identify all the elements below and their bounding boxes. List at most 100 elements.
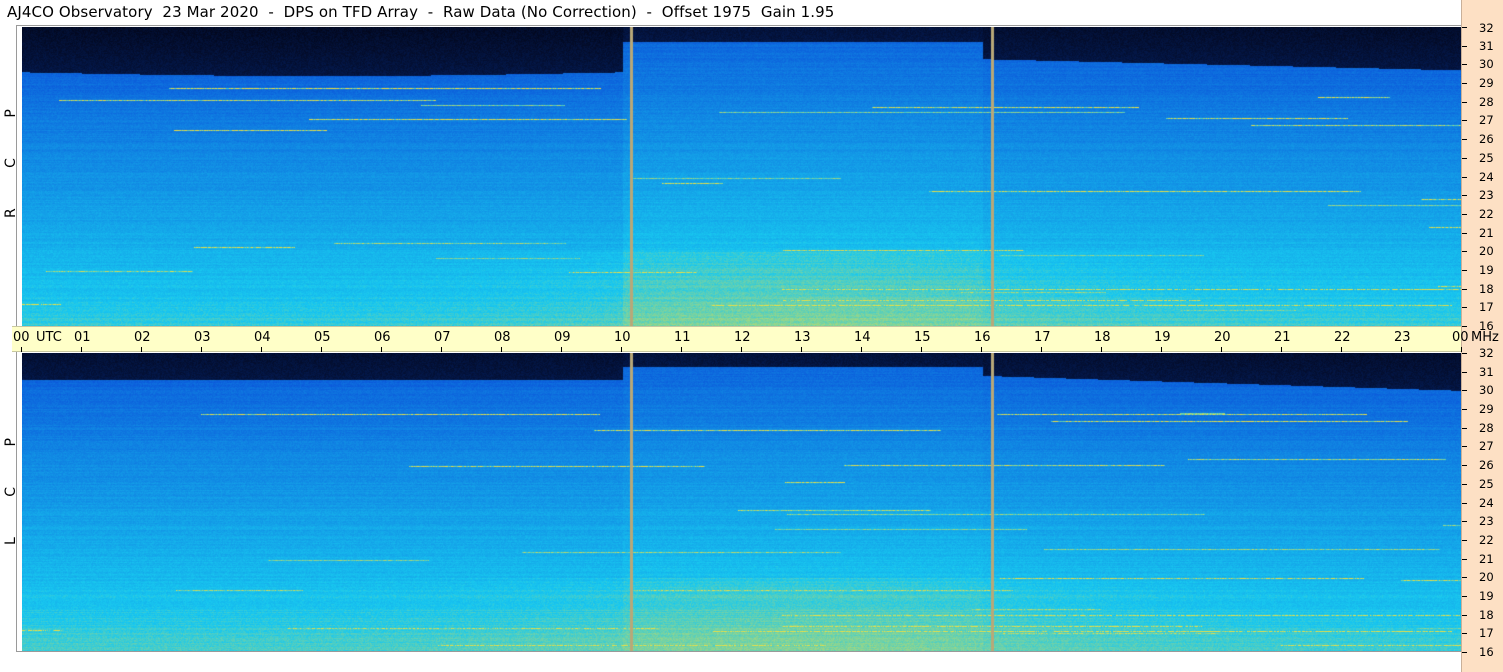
utc-tick-label: 19	[1154, 330, 1171, 345]
utc-tick	[1221, 347, 1222, 352]
utc-tick	[1461, 347, 1462, 352]
utc-tick-label: 00	[1452, 330, 1469, 345]
utc-tick-label: 00	[13, 330, 30, 345]
chart-title: AJ4CO Observatory 23 Mar 2020 - DPS on T…	[7, 3, 835, 21]
freq-tick-label: 29	[1479, 402, 1494, 416]
freq-tick	[1462, 270, 1467, 271]
freq-tick	[1462, 233, 1467, 234]
utc-tick	[981, 347, 982, 352]
freq-tick	[1462, 307, 1467, 308]
utc-tick-label: 06	[374, 330, 391, 345]
freq-tick	[1462, 139, 1467, 140]
utc-tick	[81, 347, 82, 352]
utc-tick	[501, 347, 502, 352]
freq-tick-label: 25	[1479, 151, 1494, 165]
utc-tick-label: 23	[1394, 330, 1411, 345]
freq-tick	[1462, 409, 1467, 410]
freq-tick	[1462, 484, 1467, 485]
utc-tick	[381, 347, 382, 352]
utc-tick-label: 21	[1274, 330, 1291, 345]
freq-tick	[1462, 633, 1467, 634]
utc-tick-label: 20	[1214, 330, 1231, 345]
utc-tick-label: 15	[914, 330, 931, 345]
freq-tick	[1462, 46, 1467, 47]
utc-tick	[1101, 347, 1102, 352]
freq-tick-label: 29	[1479, 76, 1494, 90]
freq-tick-label: 25	[1479, 477, 1494, 491]
rcp-panel-label: R C P	[3, 91, 19, 218]
freq-tick-label: 20	[1479, 570, 1494, 584]
utc-tick	[1341, 347, 1342, 352]
freq-tick	[1462, 559, 1467, 560]
freq-tick	[1462, 214, 1467, 215]
freq-tick-label: 31	[1479, 39, 1494, 53]
mhz-unit-label: MHz	[1471, 330, 1499, 345]
utc-tick	[261, 347, 262, 352]
utc-tick	[561, 347, 562, 352]
utc-tick	[1041, 347, 1042, 352]
lcp-panel-label: L C P	[3, 420, 19, 545]
utc-tick-label: 12	[734, 330, 751, 345]
freq-tick-label: 22	[1479, 207, 1494, 221]
freq-tick	[1462, 652, 1467, 653]
freq-tick	[1462, 158, 1467, 159]
utc-tick-label: 17	[1034, 330, 1051, 345]
freq-tick	[1462, 503, 1467, 504]
freq-tick-label: 26	[1479, 132, 1494, 146]
freq-tick-label: 31	[1479, 365, 1494, 379]
freq-tick	[1462, 83, 1467, 84]
utc-tick	[321, 347, 322, 352]
utc-tick-label: 14	[854, 330, 871, 345]
lcp-spectrogram	[22, 353, 1463, 652]
freq-tick	[1462, 577, 1467, 578]
freq-tick	[1462, 102, 1467, 103]
freq-tick-label: 16	[1479, 645, 1494, 659]
freq-tick	[1462, 615, 1467, 616]
freq-tick	[1462, 195, 1467, 196]
freq-tick-label: 20	[1479, 244, 1494, 258]
freq-tick-label: 27	[1479, 439, 1494, 453]
utc-tick	[861, 347, 862, 352]
utc-tick	[681, 347, 682, 352]
freq-tick-label: 17	[1479, 626, 1494, 640]
utc-tick-label: 16	[974, 330, 991, 345]
freq-tick-label: 19	[1479, 589, 1494, 603]
freq-tick-label: 19	[1479, 263, 1494, 277]
freq-tick	[1462, 540, 1467, 541]
utc-tick	[441, 347, 442, 352]
freq-tick-label: 17	[1479, 300, 1494, 314]
utc-tick	[621, 347, 622, 352]
freq-tick-label: 23	[1479, 514, 1494, 528]
freq-tick	[1462, 120, 1467, 121]
freq-tick-label: 23	[1479, 188, 1494, 202]
freq-tick	[1462, 64, 1467, 65]
utc-tick-label: 08	[494, 330, 511, 345]
utc-tick	[1281, 347, 1282, 352]
utc-tick	[1401, 347, 1402, 352]
utc-tick-label: 09	[554, 330, 571, 345]
freq-tick	[1462, 372, 1467, 373]
freq-tick-label: 22	[1479, 533, 1494, 547]
freq-tick-label: 24	[1479, 496, 1494, 510]
utc-tick	[1161, 347, 1162, 352]
freq-tick	[1462, 177, 1467, 178]
freq-tick-label: 21	[1479, 552, 1494, 566]
freq-tick-label: 28	[1479, 95, 1494, 109]
utc-tick	[141, 347, 142, 352]
freq-tick-label: 32	[1479, 21, 1494, 35]
freq-tick-label: 18	[1479, 282, 1494, 296]
freq-tick	[1462, 596, 1467, 597]
freq-tick-label: 16	[1479, 319, 1494, 333]
utc-tick	[201, 347, 202, 352]
freq-tick	[1462, 446, 1467, 447]
freq-tick	[1462, 326, 1467, 327]
utc-tick-label: 05	[314, 330, 331, 345]
utc-tick-label: 02	[134, 330, 151, 345]
rcp-spectrogram	[22, 27, 1463, 326]
lcp-heatmap	[22, 353, 1463, 652]
utc-tick	[801, 347, 802, 352]
utc-tick	[921, 347, 922, 352]
utc-tick-label: 18	[1094, 330, 1111, 345]
freq-tick-label: 18	[1479, 608, 1494, 622]
freq-tick	[1462, 289, 1467, 290]
